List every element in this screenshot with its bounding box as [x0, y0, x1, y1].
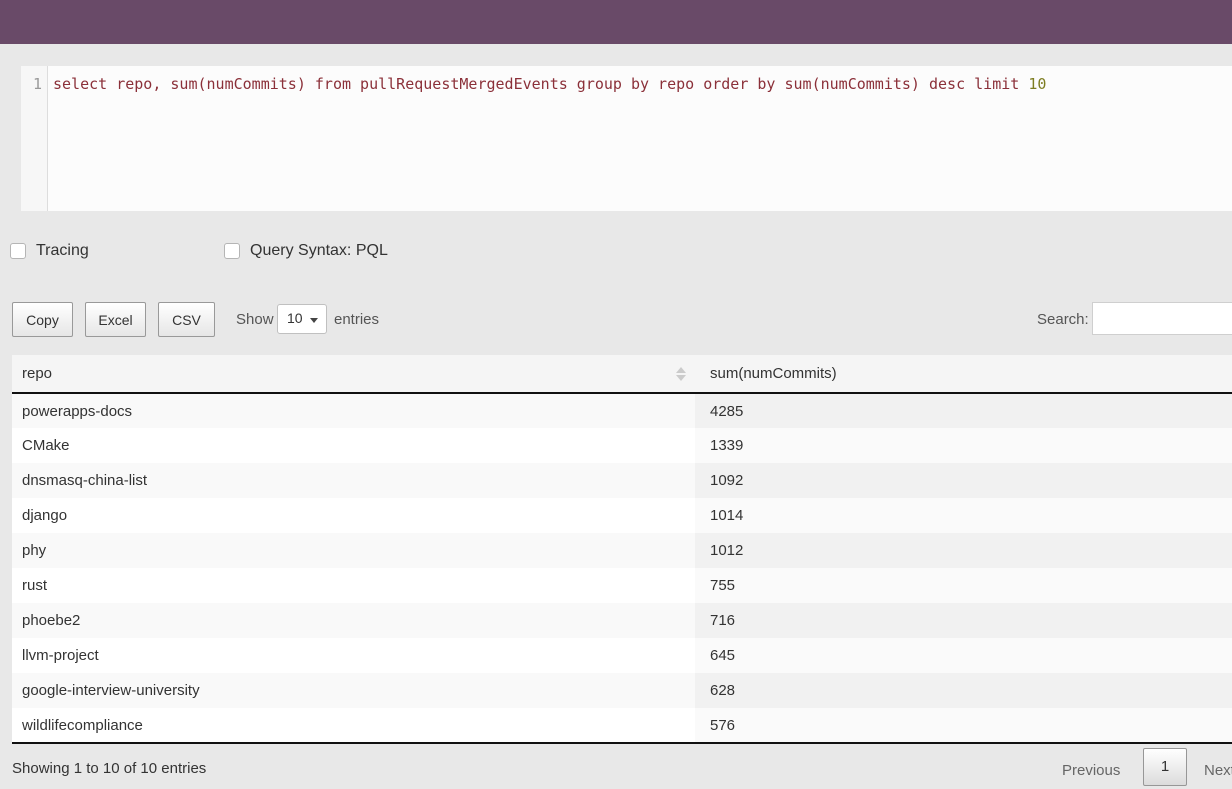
sql-query-text: select repo, sum(numCommits) from pullRe…: [53, 75, 1028, 93]
editor-line-number-gutter: 1: [21, 66, 48, 211]
table-row: rust755: [12, 568, 1232, 603]
cell-repo: google-interview-university: [12, 673, 695, 708]
cell-repo: wildlifecompliance: [12, 708, 695, 743]
table-row: google-interview-university628: [12, 673, 1232, 708]
csv-button[interactable]: CSV: [158, 302, 215, 337]
cell-repo: powerapps-docs: [12, 393, 695, 428]
tracing-checkbox[interactable]: [10, 243, 26, 259]
table-row: wildlifecompliance576: [12, 708, 1232, 743]
column-header-repo[interactable]: repo: [12, 355, 695, 393]
cell-sum-numcommits: 755: [695, 568, 1232, 603]
entries-label: entries: [334, 311, 379, 328]
page-size-select[interactable]: 10: [277, 304, 327, 334]
cell-sum-numcommits: 4285: [695, 393, 1232, 428]
search-input[interactable]: [1092, 302, 1232, 335]
table-row: powerapps-docs4285: [12, 393, 1232, 428]
cell-repo: dnsmasq-china-list: [12, 463, 695, 498]
cell-sum-numcommits: 628: [695, 673, 1232, 708]
sql-query-line: select repo, sum(numCommits) from pullRe…: [53, 74, 1232, 94]
sql-limit-literal: 10: [1028, 75, 1046, 93]
cell-sum-numcommits: 576: [695, 708, 1232, 743]
current-page-button[interactable]: 1: [1143, 748, 1187, 786]
table-row: CMake1339: [12, 428, 1232, 463]
cell-sum-numcommits: 1014: [695, 498, 1232, 533]
table-info-text: Showing 1 to 10 of 10 entries: [12, 760, 206, 777]
search-label: Search:: [1037, 311, 1089, 328]
sql-editor[interactable]: 1 select repo, sum(numCommits) from pull…: [21, 66, 1232, 211]
sort-icon: [676, 367, 686, 381]
cell-sum-numcommits: 1012: [695, 533, 1232, 568]
repo-header-label: repo: [22, 365, 52, 382]
query-console-page: 1 select repo, sum(numCommits) from pull…: [0, 0, 1232, 789]
top-nav-bar: [0, 0, 1232, 44]
results-table: repo sum(numCommits) powerapps-docs4285C…: [12, 355, 1232, 744]
table-body: powerapps-docs4285CMake1339dnsmasq-china…: [12, 393, 1232, 743]
pql-label: Query Syntax: PQL: [250, 242, 388, 260]
table-row: phy1012: [12, 533, 1232, 568]
cell-repo: CMake: [12, 428, 695, 463]
sum-header-label: sum(numCommits): [710, 365, 837, 382]
cell-repo: rust: [12, 568, 695, 603]
table-header-row: repo sum(numCommits): [12, 355, 1232, 393]
cell-sum-numcommits: 716: [695, 603, 1232, 638]
pql-option: Query Syntax: PQL: [224, 242, 388, 260]
column-header-sum-numcommits[interactable]: sum(numCommits): [695, 355, 1232, 393]
page-size-value: 10: [287, 310, 303, 326]
table-row: django1014: [12, 498, 1232, 533]
cell-sum-numcommits: 645: [695, 638, 1232, 673]
previous-page-button[interactable]: Previous: [1062, 762, 1120, 779]
cell-sum-numcommits: 1092: [695, 463, 1232, 498]
chevron-down-icon: [310, 318, 318, 323]
cell-repo: phoebe2: [12, 603, 695, 638]
copy-button[interactable]: Copy: [12, 302, 73, 337]
cell-sum-numcommits: 1339: [695, 428, 1232, 463]
sql-editor-input[interactable]: select repo, sum(numCommits) from pullRe…: [48, 66, 1232, 211]
show-label: Show: [236, 311, 274, 328]
pql-checkbox[interactable]: [224, 243, 240, 259]
query-options-row: Tracing Query Syntax: PQL Run Query: [0, 241, 1232, 279]
table-row: dnsmasq-china-list1092: [12, 463, 1232, 498]
table-row: phoebe2716: [12, 603, 1232, 638]
cell-repo: django: [12, 498, 695, 533]
table-toolbar: Copy Excel CSV Show 10 entries Search:: [0, 302, 1232, 338]
cell-repo: llvm-project: [12, 638, 695, 673]
tracing-label: Tracing: [36, 242, 89, 260]
tracing-option: Tracing: [10, 242, 89, 260]
line-number: 1: [21, 74, 42, 94]
table-row: llvm-project645: [12, 638, 1232, 673]
next-page-button[interactable]: Next: [1204, 762, 1232, 779]
cell-repo: phy: [12, 533, 695, 568]
excel-button[interactable]: Excel: [85, 302, 146, 337]
